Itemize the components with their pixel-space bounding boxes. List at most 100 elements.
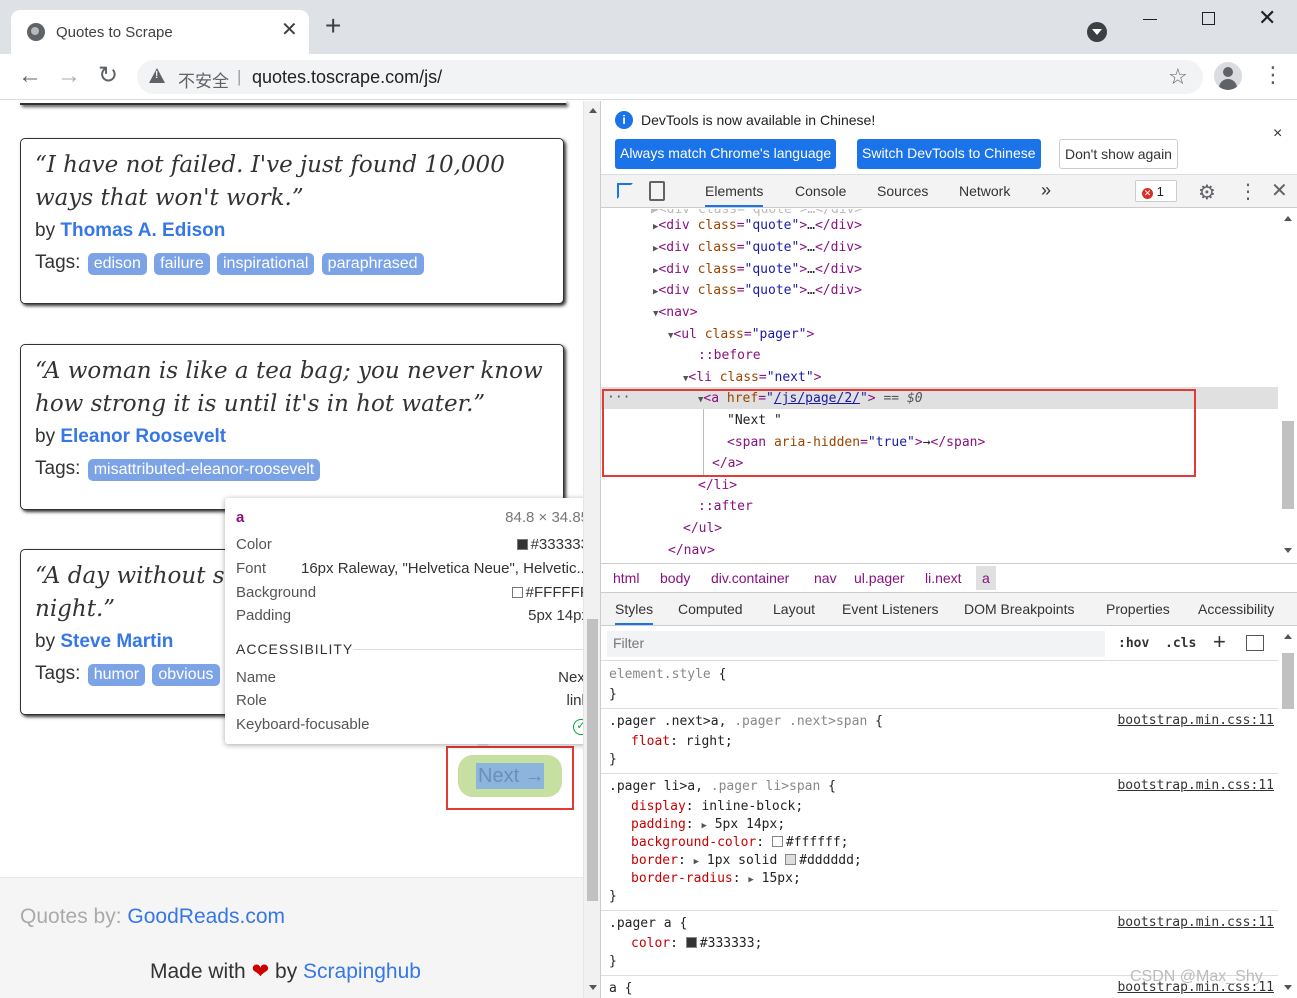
rule-declaration[interactable]: color: #333333; [631, 935, 762, 953]
rule-selector[interactable]: a { [609, 980, 632, 998]
breadcrumb-item[interactable]: html [613, 570, 639, 586]
new-rule-icon[interactable]: + [1213, 631, 1226, 653]
tab-elements[interactable]: Elements [705, 183, 764, 207]
rule-declaration[interactable]: float: right; [631, 733, 733, 751]
scrapinghub-link[interactable]: Scrapinghub [303, 960, 421, 983]
dom-node[interactable]: ▶<div class="quote">…</div> [653, 280, 862, 301]
dom-node[interactable]: ▶<div class="quote">…</div> [653, 215, 862, 236]
dom-scrollbar[interactable] [1278, 209, 1297, 561]
rule-source-link[interactable]: bootstrap.min.css:11 [1117, 778, 1274, 793]
tag-link[interactable]: obvious [152, 664, 220, 686]
profile-avatar-icon[interactable] [1214, 62, 1242, 90]
gear-icon[interactable]: ⚙ [1198, 180, 1216, 205]
error-counter[interactable]: ✕ 1 [1135, 180, 1177, 202]
device-toolbar-icon[interactable] [649, 181, 665, 201]
rule-selector[interactable]: element.style { [609, 666, 726, 684]
scrollbar-thumb[interactable] [1282, 653, 1294, 709]
infobar-close-icon[interactable]: × [1273, 125, 1282, 143]
tab-dom-breakpoints[interactable]: DOM Breakpoints [964, 601, 1074, 617]
rule-declaration[interactable]: display: inline-block; [631, 798, 803, 816]
styles-filter-input[interactable]: Filter [607, 631, 1105, 657]
author-link[interactable]: Thomas A. Edison [60, 220, 225, 241]
tab-network[interactable]: Network [959, 183, 1010, 199]
scrollbar-thumb[interactable] [587, 619, 598, 901]
dom-node[interactable]: </ul> [683, 518, 722, 539]
scroll-down-icon[interactable] [589, 985, 597, 990]
rule-declaration[interactable]: padding: ▶ 5px 14px; [631, 816, 785, 834]
rule-selector[interactable]: .pager .next>a, .pager .next>span { [609, 713, 883, 731]
scroll-up-icon[interactable] [1284, 634, 1292, 639]
hover-state-toggle[interactable]: :hov [1118, 636, 1149, 651]
tab-styles[interactable]: Styles [615, 601, 654, 625]
rule-source-link[interactable]: bootstrap.min.css:11 [1117, 713, 1274, 728]
url-text[interactable]: quotes.toscrape.com/js/ [252, 67, 442, 88]
dom-node[interactable]: ▼<ul class="pager"> [668, 324, 814, 345]
dom-node[interactable]: ::after [698, 496, 753, 517]
tag-link[interactable]: humor [87, 664, 146, 686]
warning-icon[interactable] [149, 68, 165, 83]
breadcrumb-item[interactable]: div.container [711, 570, 789, 586]
dom-node[interactable]: ▶<div class="quote">…</div> [653, 259, 862, 280]
dom-node[interactable]: ▶<div class="quote">…</div> [653, 237, 862, 258]
rule-selector[interactable]: .pager li>a, .pager li>span { [609, 778, 836, 796]
tab-properties[interactable]: Properties [1106, 601, 1170, 617]
tab-accessibility[interactable]: Accessibility [1198, 601, 1274, 617]
scroll-up-icon[interactable] [589, 108, 597, 113]
dont-show-again-button[interactable]: Don't show again [1059, 139, 1178, 169]
class-toggle[interactable]: .cls [1165, 636, 1196, 651]
tab-close-icon[interactable]: ✕ [281, 20, 298, 40]
tag-link[interactable]: failure [154, 253, 210, 275]
dom-node[interactable]: </nav> [668, 540, 715, 561]
address-bar[interactable]: 不安全 | quotes.toscrape.com/js/ [137, 60, 1203, 94]
dom-node[interactable]: </li> [698, 475, 737, 496]
page-scrollbar[interactable] [583, 101, 600, 998]
more-tabs-icon[interactable]: » [1041, 180, 1051, 201]
tab-computed[interactable]: Computed [678, 601, 743, 617]
breadcrumb-item[interactable]: nav [814, 570, 837, 586]
scroll-down-icon[interactable] [1284, 985, 1292, 990]
rule-declaration[interactable]: background-color: #ffffff; [631, 834, 849, 852]
tab-console[interactable]: Console [795, 183, 846, 199]
forward-icon[interactable]: → [57, 62, 81, 90]
dom-node[interactable]: ::before [698, 345, 761, 366]
scroll-up-icon[interactable] [1284, 216, 1292, 221]
breadcrumb-item-active[interactable]: a [976, 566, 996, 590]
tab-search-icon[interactable] [1087, 22, 1107, 42]
styles-scrollbar[interactable] [1278, 627, 1297, 998]
tab-sources[interactable]: Sources [877, 183, 928, 199]
rule-declaration[interactable]: border-radius: ▶ 15px; [631, 870, 801, 888]
minimize-icon[interactable] [1143, 19, 1157, 20]
bookmark-star-icon[interactable]: ☆ [1168, 64, 1188, 90]
insecure-label[interactable]: 不安全 [178, 67, 229, 92]
match-language-button[interactable]: Always match Chrome's language [615, 139, 837, 169]
rule-selector[interactable]: .pager a { [609, 915, 687, 933]
inspect-element-icon[interactable] [617, 183, 633, 199]
window-close-icon[interactable]: ✕ [1258, 5, 1276, 31]
browser-menu-icon[interactable]: ⋮ [1262, 62, 1284, 88]
reload-icon[interactable]: ↻ [98, 62, 118, 90]
next-label[interactable]: Next → [478, 765, 545, 788]
scrollbar-thumb[interactable] [1282, 421, 1294, 509]
dom-node[interactable]: ▼<nav> [653, 302, 698, 323]
tag-link[interactable]: paraphrased [321, 253, 424, 275]
scroll-down-icon[interactable] [1284, 548, 1292, 553]
rule-declaration[interactable]: border: ▶ 1px solid #dddddd; [631, 852, 862, 870]
devtools-close-icon[interactable]: ✕ [1271, 178, 1288, 203]
customize-menu-icon[interactable]: ⋮ [1238, 179, 1258, 204]
tab-event-listeners[interactable]: Event Listeners [842, 601, 939, 617]
switch-language-button[interactable]: Switch DevTools to Chinese [857, 139, 1041, 169]
browser-tab[interactable]: Quotes to Scrape ✕ [11, 10, 309, 54]
breadcrumb-item[interactable]: ul.pager [854, 570, 905, 586]
tag-link[interactable]: edison [87, 253, 147, 275]
author-link[interactable]: Steve Martin [60, 631, 173, 652]
tag-link[interactable]: misattributed-eleanor-roosevelt [87, 459, 321, 481]
next-button[interactable]: Next → [458, 755, 562, 797]
dom-node[interactable]: ▼<li class="next"> [683, 367, 822, 388]
back-icon[interactable]: ← [18, 62, 42, 90]
breadcrumb-item[interactable]: li.next [925, 570, 962, 586]
breadcrumb-item[interactable]: body [660, 570, 690, 586]
rule-source-link[interactable]: bootstrap.min.css:11 [1117, 915, 1274, 930]
author-link[interactable]: Eleanor Roosevelt [60, 426, 226, 447]
maximize-icon[interactable] [1202, 12, 1215, 25]
tag-link[interactable]: inspirational [217, 253, 315, 275]
